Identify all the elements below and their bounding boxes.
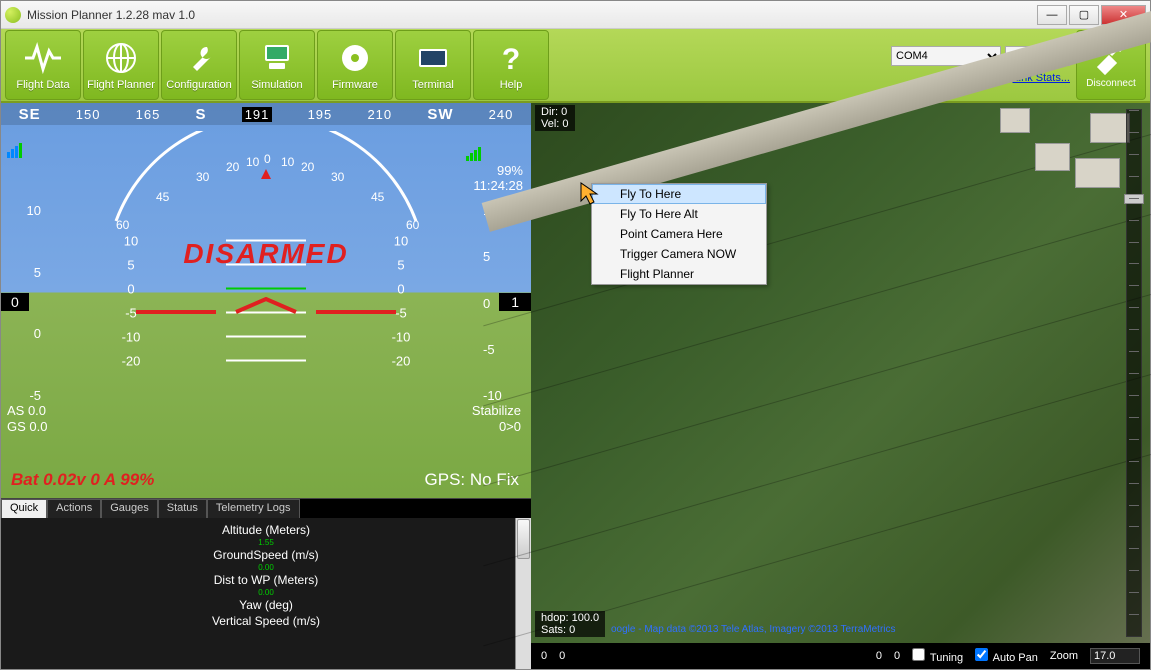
tab-actions[interactable]: Actions: [47, 499, 101, 518]
svg-text:30: 30: [331, 170, 345, 184]
signal-bars-right: [466, 147, 481, 161]
window-titlebar: Mission Planner 1.2.28 mav 1.0 — ▢ ✕: [1, 1, 1150, 29]
wrench-icon: [179, 39, 219, 77]
svg-text:30: 30: [196, 170, 210, 184]
map-hdop-sats: hdop: 100.0 Sats: 0: [535, 611, 605, 637]
menu-fly-to-here[interactable]: Fly To Here: [592, 184, 766, 204]
hud-display: SE 150 165 S 191 195 210 SW 240 60 45 30…: [1, 103, 531, 498]
compass-strip: SE 150 165 S 191 195 210 SW 240: [1, 103, 531, 125]
map-attribution: oogle - Map data ©2013 Tele Atlas, Image…: [611, 624, 896, 635]
quick-panel: Altitude (Meters) 1.55 GroundSpeed (m/s)…: [1, 518, 531, 669]
svg-text:10: 10: [281, 155, 295, 169]
question-icon: ?: [491, 39, 531, 77]
altitude-box: 1: [499, 293, 531, 311]
map-dir-vel: Dir: 0 Vel: 0: [535, 105, 575, 131]
minimize-button[interactable]: —: [1037, 5, 1067, 25]
toolbar-help[interactable]: ? Help: [473, 30, 549, 100]
quick-label: GroundSpeed (m/s): [1, 547, 531, 563]
disc-icon: [335, 39, 375, 77]
tab-status[interactable]: Status: [158, 499, 207, 518]
menu-trigger-camera-now[interactable]: Trigger Camera NOW: [592, 244, 766, 264]
quick-value: 0.00: [1, 563, 531, 572]
zoom-slider[interactable]: [1126, 109, 1142, 637]
toolbar-label: Flight Data: [16, 79, 69, 91]
data-tabs: Quick Actions Gauges Status Telemetry Lo…: [1, 498, 531, 518]
hud-time-block: 99% 11:24:28: [473, 163, 523, 193]
map-stat: 0: [876, 650, 882, 662]
zoom-input[interactable]: [1090, 648, 1140, 664]
map-panel[interactable]: Dir: 0 Vel: 0 hdop: 100.0 Sats: 0 oogle …: [531, 103, 1150, 669]
toolbar-simulation[interactable]: Simulation: [239, 30, 315, 100]
quick-value: 0.00: [1, 588, 531, 597]
map-stat: 0: [541, 650, 547, 662]
quick-value: 1.55: [1, 538, 531, 547]
toolbar-flight-planner[interactable]: Flight Planner: [83, 30, 159, 100]
battery-status: Bat 0.02v 0 A 99%: [11, 470, 154, 490]
map-stat: 0: [894, 650, 900, 662]
airspeed-box: 0: [1, 293, 29, 311]
maximize-button[interactable]: ▢: [1069, 5, 1099, 25]
sim-icon: [257, 39, 297, 77]
menu-flight-planner[interactable]: Flight Planner: [592, 264, 766, 284]
hud-mode-readout: Stabilize 0>0: [472, 403, 521, 435]
toolbar-firmware[interactable]: Firmware: [317, 30, 393, 100]
zoom-label: Zoom: [1050, 650, 1078, 662]
toolbar-configuration[interactable]: Configuration: [161, 30, 237, 100]
hud-speed-readout: AS 0.0 GS 0.0: [7, 403, 47, 435]
menu-point-camera-here[interactable]: Point Camera Here: [592, 224, 766, 244]
svg-text:20: 20: [301, 160, 315, 174]
toolbar-label: Help: [500, 79, 523, 91]
pulse-icon: [23, 39, 63, 77]
toolbar-label: Flight Planner: [87, 79, 155, 91]
quick-label: Dist to WP (Meters): [1, 572, 531, 588]
scrollbar[interactable]: [515, 518, 531, 669]
svg-text:45: 45: [156, 190, 170, 204]
quick-label: Vertical Speed (m/s): [1, 613, 531, 629]
tab-quick[interactable]: Quick: [1, 499, 47, 518]
toolbar-terminal[interactable]: Terminal: [395, 30, 471, 100]
toolbar-label: Configuration: [166, 79, 231, 91]
toolbar-label: Simulation: [251, 79, 302, 91]
svg-text:20: 20: [226, 160, 240, 174]
app-icon: [5, 7, 21, 23]
globe-icon: [101, 39, 141, 77]
svg-text:10: 10: [246, 155, 260, 169]
map-context-menu: Fly To Here Fly To Here Alt Point Camera…: [591, 183, 767, 285]
signal-bars-left: [7, 143, 22, 158]
terminal-icon: [413, 39, 453, 77]
quick-label: Yaw (deg): [1, 597, 531, 613]
horizon-indicator: [136, 297, 396, 327]
menu-fly-to-here-alt[interactable]: Fly To Here Alt: [592, 204, 766, 224]
map-bottom-bar: 0 0 0 0 Tuning Auto Pan Zoom: [531, 643, 1150, 669]
tab-telemetry-logs[interactable]: Telemetry Logs: [207, 499, 300, 518]
toolbar-flight-data[interactable]: Flight Data: [5, 30, 81, 100]
roll-arc: 60 45 30 20 10 0 10 20 30 45 60: [86, 131, 446, 231]
autopan-checkbox[interactable]: Auto Pan: [975, 648, 1038, 664]
tab-gauges[interactable]: Gauges: [101, 499, 158, 518]
toolbar-label: Firmware: [332, 79, 378, 91]
svg-text:0: 0: [264, 152, 271, 166]
tuning-checkbox[interactable]: Tuning: [912, 648, 963, 664]
disconnect-label: Disconnect: [1086, 78, 1135, 89]
svg-text:?: ?: [502, 43, 520, 75]
window-title: Mission Planner 1.2.28 mav 1.0: [27, 8, 1035, 22]
quick-label: Altitude (Meters): [1, 522, 531, 538]
map-stat: 0: [559, 650, 565, 662]
svg-text:45: 45: [371, 190, 385, 204]
toolbar-label: Terminal: [412, 79, 454, 91]
